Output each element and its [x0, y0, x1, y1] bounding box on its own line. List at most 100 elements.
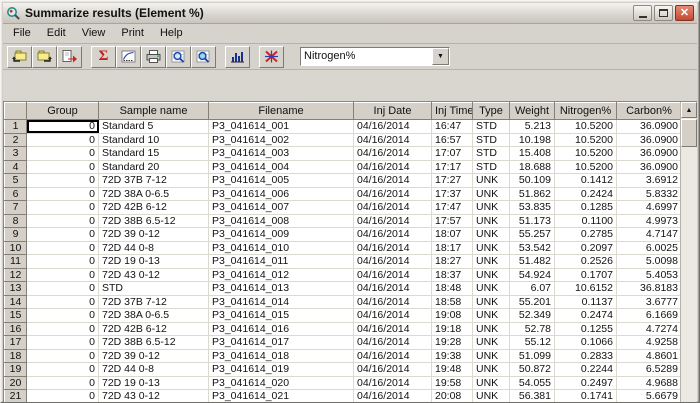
- nitrogen-cell[interactable]: 0.1285: [555, 201, 617, 215]
- group-cell[interactable]: 0: [27, 282, 99, 296]
- inj-time-cell[interactable]: 19:38: [432, 349, 473, 363]
- row-number-cell[interactable]: 16: [5, 322, 27, 336]
- col-header-type[interactable]: Type: [473, 103, 510, 120]
- scroll-up-button[interactable]: ▲: [681, 102, 697, 118]
- carbon-cell[interactable]: 6.5289: [617, 363, 681, 377]
- inj-date-cell[interactable]: 04/16/2014: [354, 241, 432, 255]
- row-number-cell[interactable]: 18: [5, 349, 27, 363]
- filename-cell[interactable]: P3_041614_004: [209, 160, 354, 174]
- carbon-cell[interactable]: 5.4053: [617, 268, 681, 282]
- inj-time-cell[interactable]: 17:57: [432, 214, 473, 228]
- inj-time-cell[interactable]: 20:08: [432, 390, 473, 403]
- menu-edit[interactable]: Edit: [39, 25, 74, 42]
- inj-time-cell[interactable]: 19:28: [432, 336, 473, 350]
- maximize-button[interactable]: [654, 5, 673, 21]
- row-number-cell[interactable]: 9: [5, 228, 27, 242]
- filename-cell[interactable]: P3_041614_013: [209, 282, 354, 296]
- filename-cell[interactable]: P3_041614_010: [209, 241, 354, 255]
- group-cell[interactable]: 0: [27, 174, 99, 188]
- inj-date-cell[interactable]: 04/16/2014: [354, 255, 432, 269]
- weight-cell[interactable]: 50.109: [510, 174, 555, 188]
- inj-time-cell[interactable]: 19:18: [432, 322, 473, 336]
- inj-time-cell[interactable]: 19:08: [432, 309, 473, 323]
- group-cell[interactable]: 0: [27, 363, 99, 377]
- sample-name-cell[interactable]: 72D 44 0-8: [99, 363, 209, 377]
- close-button[interactable]: ✕: [675, 5, 694, 21]
- nitrogen-cell[interactable]: 10.6152: [555, 282, 617, 296]
- nitrogen-cell[interactable]: 0.1412: [555, 174, 617, 188]
- group-cell[interactable]: 0: [27, 133, 99, 147]
- group-cell[interactable]: 0: [27, 228, 99, 242]
- weight-cell[interactable]: 15.408: [510, 147, 555, 161]
- row-number-cell[interactable]: 6: [5, 187, 27, 201]
- zoom-graph-button[interactable]: [191, 46, 216, 68]
- col-header-sample-name[interactable]: Sample name: [99, 103, 209, 120]
- minimize-button[interactable]: [633, 5, 652, 21]
- inj-date-cell[interactable]: 04/16/2014: [354, 282, 432, 296]
- inj-time-cell[interactable]: 18:17: [432, 241, 473, 255]
- row-number-cell[interactable]: 20: [5, 376, 27, 390]
- group-cell[interactable]: 0: [27, 376, 99, 390]
- col-header-inj-time[interactable]: Inj Time: [432, 103, 473, 120]
- inj-time-cell[interactable]: 17:47: [432, 201, 473, 215]
- nitrogen-cell[interactable]: 10.5200: [555, 120, 617, 134]
- combo-dropdown-button[interactable]: ▼: [432, 48, 449, 65]
- inj-date-cell[interactable]: 04/16/2014: [354, 336, 432, 350]
- nitrogen-cell[interactable]: 0.1707: [555, 268, 617, 282]
- filename-cell[interactable]: P3_041614_021: [209, 390, 354, 403]
- carbon-cell[interactable]: 4.9973: [617, 214, 681, 228]
- nitrogen-cell[interactable]: 0.1137: [555, 295, 617, 309]
- vertical-scrollbar[interactable]: ▲: [680, 102, 697, 403]
- type-cell[interactable]: UNK: [473, 336, 510, 350]
- weight-cell[interactable]: 5.213: [510, 120, 555, 134]
- sample-name-cell[interactable]: 72D 19 0-13: [99, 255, 209, 269]
- inj-date-cell[interactable]: 04/16/2014: [354, 147, 432, 161]
- row-number-cell[interactable]: 5: [5, 174, 27, 188]
- filename-cell[interactable]: P3_041614_015: [209, 309, 354, 323]
- inj-time-cell[interactable]: 18:07: [432, 228, 473, 242]
- sample-name-cell[interactable]: Standard 20: [99, 160, 209, 174]
- group-cell[interactable]: 0: [27, 214, 99, 228]
- weight-cell[interactable]: 53.835: [510, 201, 555, 215]
- filename-cell[interactable]: P3_041614_007: [209, 201, 354, 215]
- bar-graph-button[interactable]: [225, 46, 250, 68]
- type-cell[interactable]: UNK: [473, 201, 510, 215]
- row-number-cell[interactable]: 2: [5, 133, 27, 147]
- weight-cell[interactable]: 6.07: [510, 282, 555, 296]
- sample-name-cell[interactable]: 72D 39 0-12: [99, 228, 209, 242]
- nitrogen-cell[interactable]: 0.1066: [555, 336, 617, 350]
- weight-cell[interactable]: 10.198: [510, 133, 555, 147]
- group-cell[interactable]: 0: [27, 336, 99, 350]
- nitrogen-cell[interactable]: 0.2497: [555, 376, 617, 390]
- nitrogen-cell[interactable]: 0.2833: [555, 349, 617, 363]
- row-number-cell[interactable]: 3: [5, 147, 27, 161]
- filename-cell[interactable]: P3_041614_003: [209, 147, 354, 161]
- inj-date-cell[interactable]: 04/16/2014: [354, 268, 432, 282]
- filename-cell[interactable]: P3_041614_012: [209, 268, 354, 282]
- zoom-table-button[interactable]: [166, 46, 191, 68]
- inj-time-cell[interactable]: 17:17: [432, 160, 473, 174]
- weight-cell[interactable]: 54.055: [510, 376, 555, 390]
- inj-time-cell[interactable]: 16:57: [432, 133, 473, 147]
- group-cell[interactable]: 0: [27, 268, 99, 282]
- nitrogen-cell[interactable]: 0.2244: [555, 363, 617, 377]
- type-cell[interactable]: UNK: [473, 228, 510, 242]
- filename-cell[interactable]: P3_041614_016: [209, 322, 354, 336]
- inj-date-cell[interactable]: 04/16/2014: [354, 322, 432, 336]
- summarize-button[interactable]: Σ: [91, 46, 116, 68]
- filename-cell[interactable]: P3_041614_018: [209, 349, 354, 363]
- nitrogen-cell[interactable]: 0.2424: [555, 187, 617, 201]
- filename-cell[interactable]: P3_041614_019: [209, 363, 354, 377]
- group-cell[interactable]: 0: [27, 390, 99, 403]
- sample-name-cell[interactable]: 72D 38B 6.5-12: [99, 214, 209, 228]
- sample-name-cell[interactable]: 72D 38B 6.5-12: [99, 336, 209, 350]
- carbon-cell[interactable]: 6.0025: [617, 241, 681, 255]
- calibration-chart-button[interactable]: [116, 46, 141, 68]
- carbon-cell[interactable]: 36.0900: [617, 160, 681, 174]
- inj-date-cell[interactable]: 04/16/2014: [354, 174, 432, 188]
- row-number-cell[interactable]: 1: [5, 120, 27, 134]
- inj-time-cell[interactable]: 19:48: [432, 363, 473, 377]
- inj-time-cell[interactable]: 16:47: [432, 120, 473, 134]
- inj-date-cell[interactable]: 04/16/2014: [354, 309, 432, 323]
- menu-help[interactable]: Help: [152, 25, 191, 42]
